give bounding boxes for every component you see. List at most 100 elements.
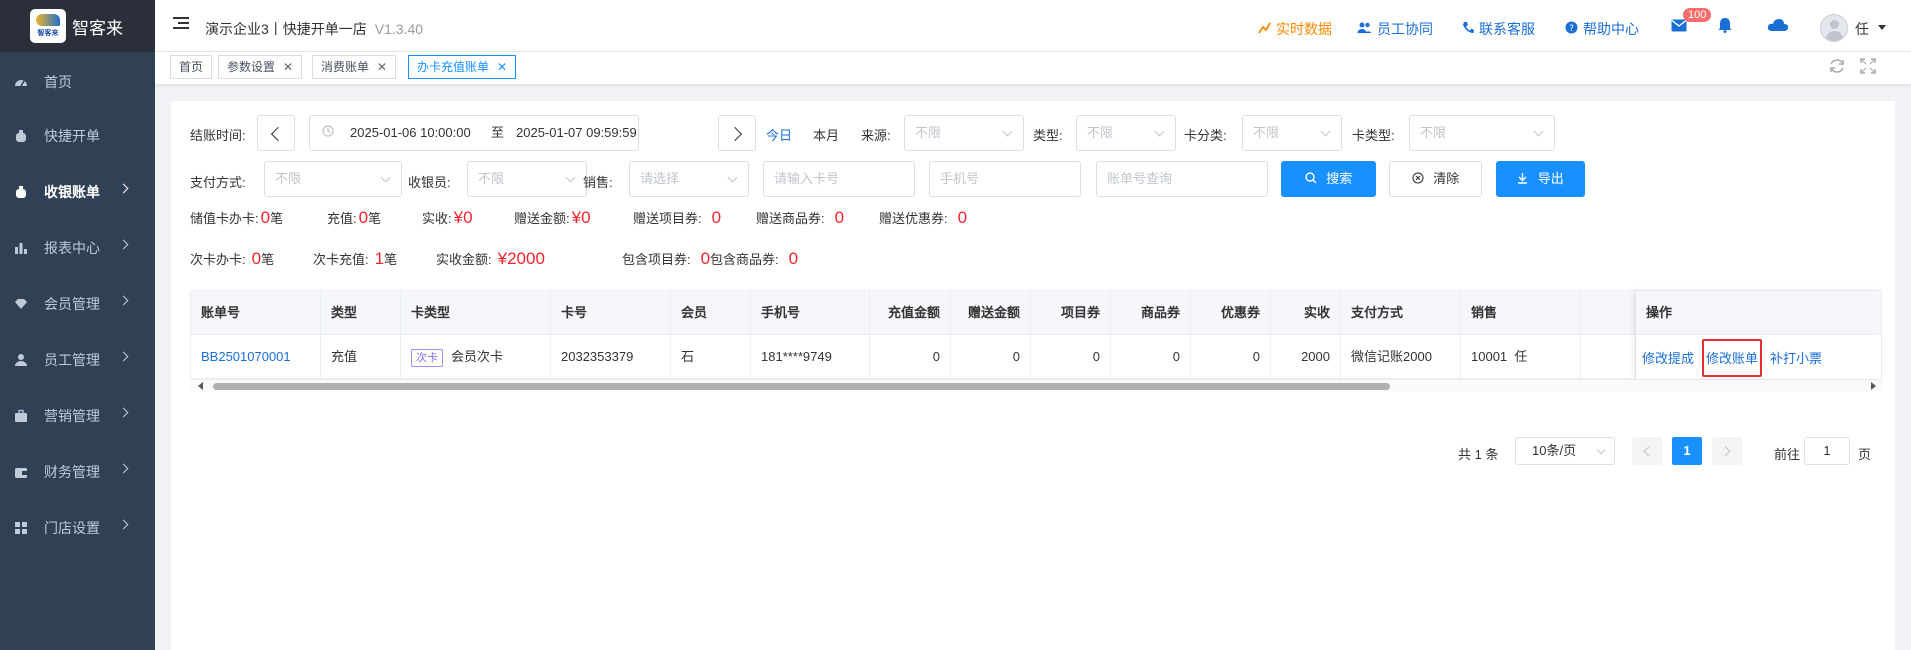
mail-icon[interactable]: [1671, 19, 1687, 35]
sidebar-item-quick-order[interactable]: 快捷开单: [0, 108, 155, 164]
tag-card-recharge-bills[interactable]: 办卡充值账单 ✕: [408, 55, 517, 79]
sales-select[interactable]: 请选择: [629, 161, 749, 197]
help-center-link[interactable]: ? 帮助中心: [1565, 19, 1639, 39]
date-end[interactable]: 2025-01-07 09:59:59: [516, 116, 637, 150]
logo[interactable]: 智客来 智客来: [0, 0, 155, 52]
sidebar-item-finance[interactable]: 财务管理: [0, 444, 155, 500]
download-icon: [1517, 171, 1528, 186]
avatar[interactable]: [1820, 14, 1848, 42]
sidebar-item-label: 收银账单: [44, 184, 100, 200]
tag-label: 参数设置: [227, 60, 276, 74]
scroll-left-icon[interactable]: [198, 382, 203, 390]
scrollbar-thumb[interactable]: [213, 383, 1390, 390]
col-payment: 支付方式: [1341, 291, 1461, 335]
date-separator: 至: [491, 125, 505, 140]
bill-number-link[interactable]: BB2501070001: [191, 335, 321, 379]
today-link[interactable]: 今日: [766, 125, 792, 144]
clear-button[interactable]: 清除: [1389, 161, 1482, 197]
tag-label: 办卡充值账单: [417, 60, 490, 74]
stat-gift-goods-coupon: 赠送商品券: 0: [756, 208, 845, 227]
tag-consume-bills[interactable]: 消费账单 ✕: [312, 55, 397, 79]
dashboard-icon: [14, 75, 28, 89]
caret-down-icon[interactable]: [1878, 25, 1886, 30]
stat-received: 实收: ¥0: [422, 208, 473, 227]
contact-support-link[interactable]: 联系客服: [1462, 19, 1535, 39]
close-icon[interactable]: ✕: [283, 60, 293, 74]
stat-gift-amount: 赠送金额: ¥0: [514, 208, 591, 227]
close-icon[interactable]: ✕: [497, 60, 507, 74]
user-name[interactable]: 任: [1855, 19, 1869, 39]
trend-icon: [1258, 21, 1271, 37]
card-type-select[interactable]: 不限: [1409, 115, 1555, 151]
date-start[interactable]: 2025-01-06 10:00:00: [350, 116, 471, 150]
sidebar-item-label: 报表中心: [44, 240, 100, 256]
source-select[interactable]: 不限: [904, 115, 1024, 151]
prev-page-button[interactable]: [1632, 437, 1662, 465]
card-category-select[interactable]: 不限: [1242, 115, 1342, 151]
cell-gift-amount: 0: [951, 335, 1031, 379]
hamburger-icon[interactable]: [173, 17, 189, 31]
payment-method-select[interactable]: 不限: [264, 161, 402, 197]
col-goods-coupon: 商品券: [1111, 291, 1191, 335]
prev-day-button[interactable]: [257, 115, 295, 151]
date-range-picker[interactable]: 2025-01-06 10:00:00 至 2025-01-07 09:59:5…: [309, 115, 639, 151]
col-operations: 操作: [1646, 305, 1673, 320]
sidebar-item-staff[interactable]: 员工管理: [0, 332, 155, 388]
store-title: 演示企业3丨快捷开单一店 V1.3.40: [205, 19, 423, 39]
this-month-link[interactable]: 本月: [813, 125, 839, 144]
chevron-right-icon: [118, 351, 129, 362]
cell-type: 充值: [321, 335, 401, 379]
col-phone: 手机号: [751, 291, 870, 335]
tag-param-settings[interactable]: 参数设置 ✕: [218, 55, 303, 79]
bill-number-input[interactable]: 账单号查询: [1096, 161, 1268, 197]
top-header: 演示企业3丨快捷开单一店 V1.3.40 实时数据 员工协同 联系客服 ? 帮助中…: [155, 0, 1911, 52]
bell-icon[interactable]: [1718, 17, 1732, 36]
type-select[interactable]: 不限: [1076, 115, 1176, 151]
card-number-input[interactable]: 请输入卡号: [763, 161, 915, 197]
next-page-button[interactable]: [1712, 437, 1742, 465]
page-size-select[interactable]: 10条/页: [1515, 437, 1615, 465]
sidebar-item-cashier-bills[interactable]: 收银账单: [0, 164, 155, 220]
col-gift-amount: 赠送金额: [951, 291, 1031, 335]
sidebar-item-store-settings[interactable]: 门店设置: [0, 500, 155, 556]
cell-payment: 微信记账2000: [1341, 335, 1461, 379]
sidebar-item-reports[interactable]: 报表中心: [0, 220, 155, 276]
search-button[interactable]: 搜索: [1281, 161, 1376, 197]
horizontal-scrollbar[interactable]: [191, 380, 1883, 392]
reprint-receipt-link[interactable]: 补打小票: [1770, 348, 1822, 367]
sidebar-item-members[interactable]: 会员管理: [0, 276, 155, 332]
sidebar-item-home[interactable]: 首页: [0, 56, 155, 108]
type-label: 类型:: [1033, 128, 1063, 143]
cell-discount-coupon: 0: [1191, 335, 1271, 379]
tag-label: 首页: [179, 60, 204, 74]
staff-collab-link[interactable]: 员工协同: [1357, 19, 1433, 39]
wallet-icon: [14, 465, 28, 479]
clear-button-label: 清除: [1433, 171, 1460, 186]
table-row[interactable]: BB2501070001 充值 次卡 会员次卡 2032353379 石 181*…: [191, 335, 1881, 379]
refresh-icon[interactable]: [1829, 58, 1845, 79]
col-bill-no: 账单号: [191, 291, 321, 335]
realtime-data-link[interactable]: 实时数据: [1258, 19, 1332, 39]
logo-mark: 智客来: [30, 9, 66, 43]
close-icon[interactable]: ✕: [377, 60, 387, 74]
cashier-select[interactable]: 不限: [467, 161, 587, 197]
cell-received: 2000: [1271, 335, 1341, 379]
tag-home[interactable]: 首页: [170, 55, 213, 79]
sidebar-item-marketing[interactable]: 营销管理: [0, 388, 155, 444]
fullscreen-icon[interactable]: [1860, 58, 1876, 79]
col-spacer: [1581, 291, 1636, 335]
table-header: 账单号 类型 卡类型 卡号 会员 手机号 充值金额 赠送金额 项目券 商品券 优…: [191, 291, 1881, 335]
phone-input[interactable]: 手机号: [929, 161, 1081, 197]
briefcase-icon: [14, 409, 28, 423]
next-day-button[interactable]: [718, 115, 756, 151]
stat-stored-card-issue: 储值卡办卡: 0笔: [190, 208, 284, 227]
goto-page-input[interactable]: 1: [1804, 437, 1850, 465]
cloud-icon[interactable]: [1767, 18, 1789, 35]
chevron-right-icon: [118, 407, 129, 418]
col-item-coupon: 项目券: [1031, 291, 1111, 335]
edit-commission-link[interactable]: 修改提成: [1642, 348, 1694, 367]
export-button[interactable]: 导出: [1496, 161, 1585, 197]
tags-view: 首页 参数设置 ✕ 消费账单 ✕ 办卡充值账单 ✕: [155, 52, 1911, 85]
scroll-right-icon[interactable]: [1871, 382, 1876, 390]
page-number-current[interactable]: 1: [1672, 437, 1702, 465]
